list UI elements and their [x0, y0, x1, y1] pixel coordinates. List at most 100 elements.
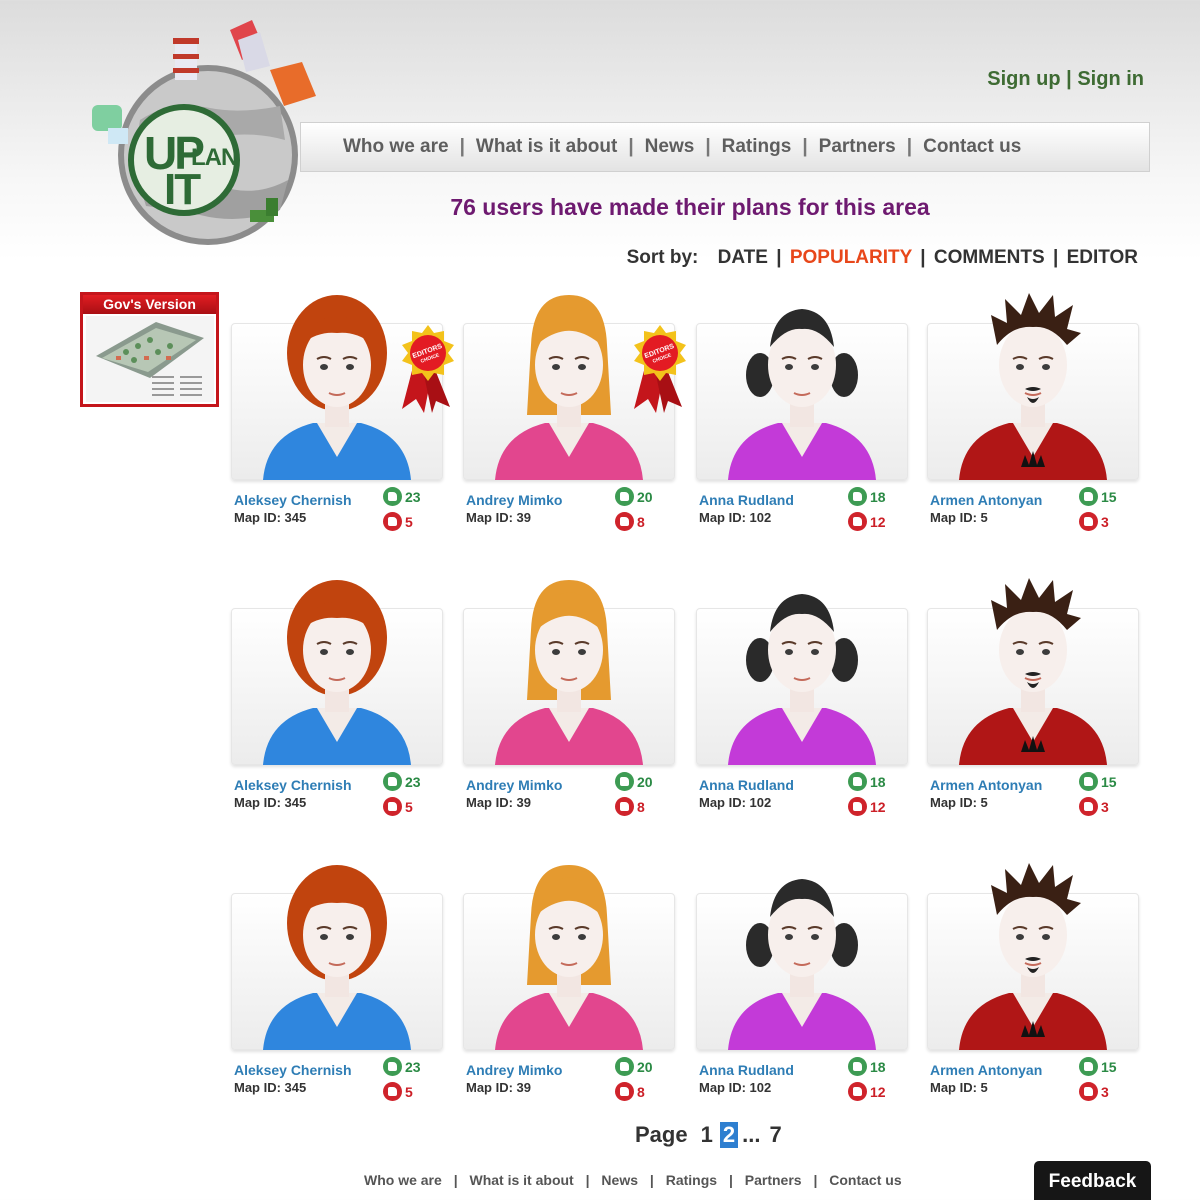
- user-name-link[interactable]: Aleksey Chernish: [234, 777, 352, 793]
- like-count: 18: [870, 1058, 886, 1075]
- page-last-link[interactable]: 7: [766, 1122, 784, 1148]
- avatar-icon: [728, 594, 876, 765]
- like-button[interactable]: 18: [848, 1057, 886, 1076]
- avatar-icon: [959, 863, 1107, 1050]
- user-name-link[interactable]: Armen Antonyan: [930, 777, 1042, 793]
- thumbs-down-icon: [383, 512, 402, 531]
- user-name-link[interactable]: Aleksey Chernish: [234, 1062, 352, 1078]
- like-count: 18: [870, 773, 886, 790]
- plan-card[interactable]: Andrey Mimko Map ID: 39 20 8: [463, 855, 675, 1115]
- auth-links: Sign up | Sign in: [987, 68, 1144, 91]
- sort-bar: Sort by: DATE | POPULARITY | COMMENTS | …: [627, 247, 1138, 269]
- nav-partners[interactable]: Partners: [819, 136, 896, 158]
- footer-partners[interactable]: Partners: [745, 1172, 802, 1188]
- like-button[interactable]: 20: [615, 487, 653, 506]
- gov-version-panel[interactable]: Gov's Version: [80, 292, 219, 407]
- nav-contact-us[interactable]: Contact us: [923, 136, 1021, 158]
- nav-ratings[interactable]: Ratings: [722, 136, 792, 158]
- thumbs-up-icon: [1079, 772, 1098, 791]
- signin-link[interactable]: Sign in: [1077, 68, 1144, 90]
- signup-link[interactable]: Sign up: [987, 68, 1060, 90]
- like-button[interactable]: 20: [615, 772, 653, 791]
- footer-who-we-are[interactable]: Who we are: [364, 1172, 442, 1188]
- dislike-button[interactable]: 8: [615, 512, 645, 531]
- footer-ratings[interactable]: Ratings: [666, 1172, 717, 1188]
- like-button[interactable]: 18: [848, 772, 886, 791]
- dislike-button[interactable]: 12: [848, 512, 886, 531]
- dislike-button[interactable]: 12: [848, 1082, 886, 1101]
- footer-separator: |: [649, 1172, 654, 1188]
- like-count: 23: [405, 773, 421, 790]
- page-1-link[interactable]: 1: [698, 1122, 716, 1148]
- user-name-link[interactable]: Andrey Mimko: [466, 777, 562, 793]
- dislike-count: 5: [405, 798, 413, 815]
- plan-card[interactable]: Anna Rudland Map ID: 102 18 12: [696, 285, 908, 545]
- nav-what-is-it-about[interactable]: What is it about: [476, 136, 617, 158]
- thumbs-up-icon: [615, 772, 634, 791]
- sort-date[interactable]: DATE: [718, 247, 768, 268]
- thumbs-down-icon: [848, 1082, 867, 1101]
- dislike-button[interactable]: 3: [1079, 512, 1109, 531]
- like-button[interactable]: 18: [848, 487, 886, 506]
- footer-contact-us[interactable]: Contact us: [829, 1172, 901, 1188]
- dislike-button[interactable]: 5: [383, 797, 413, 816]
- like-button[interactable]: 23: [383, 487, 421, 506]
- avatar-icon: [959, 578, 1107, 765]
- user-name-link[interactable]: Armen Antonyan: [930, 492, 1042, 508]
- nav-separator: |: [628, 136, 634, 157]
- user-name-link[interactable]: Andrey Mimko: [466, 1062, 562, 1078]
- like-count: 20: [637, 488, 653, 505]
- like-button[interactable]: 15: [1079, 1057, 1117, 1076]
- like-button[interactable]: 15: [1079, 487, 1117, 506]
- thumbs-up-icon: [383, 772, 402, 791]
- plan-card[interactable]: Anna Rudland Map ID: 102 18 12: [696, 570, 908, 830]
- page-headline: 76 users have made their plans for this …: [450, 194, 930, 220]
- dislike-count: 12: [870, 1083, 886, 1100]
- plan-card[interactable]: Aleksey Chernish Map ID: 345 23 5: [231, 855, 443, 1115]
- like-button[interactable]: 23: [383, 1057, 421, 1076]
- thumbs-down-icon: [615, 1082, 634, 1101]
- footer-news[interactable]: News: [601, 1172, 638, 1188]
- plan-card[interactable]: Anna Rudland Map ID: 102 18 12: [696, 855, 908, 1115]
- plan-card[interactable]: Armen Antonyan Map ID: 5 15 3: [927, 285, 1139, 545]
- editors-choice-badge-icon: EDITORS CHOICE: [402, 325, 454, 413]
- sort-popularity[interactable]: POPULARITY: [790, 247, 912, 268]
- plan-card[interactable]: EDITORS CHOICE Aleksey Chernish Map ID: …: [231, 285, 454, 545]
- sort-comments[interactable]: COMMENTS: [934, 247, 1045, 268]
- plan-card[interactable]: Armen Antonyan Map ID: 5 15 3: [927, 570, 1139, 830]
- user-name-link[interactable]: Andrey Mimko: [466, 492, 562, 508]
- user-name-link[interactable]: Aleksey Chernish: [234, 492, 352, 508]
- pagination: Page 1 2 ... 7: [635, 1122, 789, 1148]
- dislike-button[interactable]: 8: [615, 797, 645, 816]
- footer-nav: Who we are | What is it about | News | R…: [364, 1172, 902, 1188]
- nav-news[interactable]: News: [645, 136, 695, 158]
- thumbs-up-icon: [848, 772, 867, 791]
- plan-card[interactable]: EDITORS CHOICE Andrey Mimko Map ID: 39 2…: [463, 285, 686, 545]
- plan-card[interactable]: Aleksey Chernish Map ID: 345 23 5: [231, 570, 443, 830]
- map-id: Map ID: 39: [466, 795, 532, 810]
- plan-card[interactable]: Andrey Mimko Map ID: 39 20 8: [463, 570, 675, 830]
- user-name-link[interactable]: Anna Rudland: [699, 777, 794, 793]
- dislike-count: 3: [1101, 1083, 1109, 1100]
- user-name-link[interactable]: Anna Rudland: [699, 492, 794, 508]
- footer-what-is-it-about[interactable]: What is it about: [470, 1172, 574, 1188]
- nav-who-we-are[interactable]: Who we are: [343, 136, 449, 158]
- map-id: Map ID: 345: [234, 1080, 307, 1095]
- dislike-button[interactable]: 3: [1079, 1082, 1109, 1101]
- thumbs-up-icon: [615, 487, 634, 506]
- dislike-button[interactable]: 12: [848, 797, 886, 816]
- like-button[interactable]: 23: [383, 772, 421, 791]
- user-name-link[interactable]: Armen Antonyan: [930, 1062, 1042, 1078]
- dislike-button[interactable]: 8: [615, 1082, 645, 1101]
- user-name-link[interactable]: Anna Rudland: [699, 1062, 794, 1078]
- feedback-button[interactable]: Feedback: [1034, 1161, 1151, 1200]
- dislike-button[interactable]: 3: [1079, 797, 1109, 816]
- page-2-current[interactable]: 2: [719, 1122, 739, 1148]
- like-button[interactable]: 15: [1079, 772, 1117, 791]
- sort-editor[interactable]: EDITOR: [1067, 247, 1138, 268]
- plan-card[interactable]: Armen Antonyan Map ID: 5 15 3: [927, 855, 1139, 1115]
- like-button[interactable]: 20: [615, 1057, 653, 1076]
- dislike-button[interactable]: 5: [383, 1082, 413, 1101]
- thumbs-down-icon: [383, 797, 402, 816]
- dislike-button[interactable]: 5: [383, 512, 413, 531]
